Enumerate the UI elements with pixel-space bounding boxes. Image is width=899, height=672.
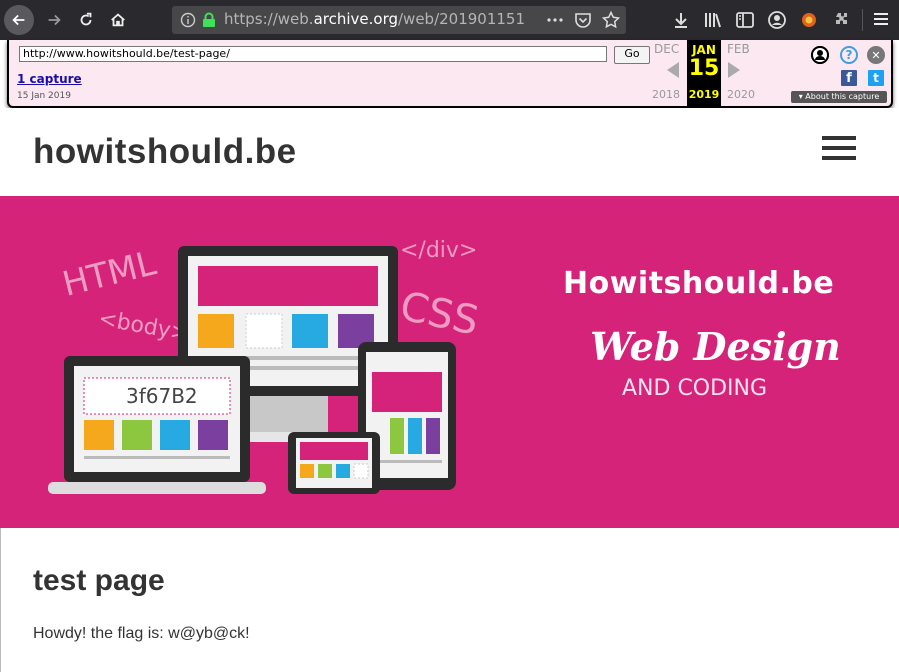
next-month[interactable]: FEB bbox=[727, 42, 750, 56]
current-capture: JAN 15 2019 bbox=[687, 40, 721, 106]
lock-icon bbox=[203, 12, 215, 27]
arrow-left-icon bbox=[12, 14, 25, 26]
wayback-toolbar: http://www.howitshould.be/test-page/ Go … bbox=[7, 40, 893, 108]
current-year: 2019 bbox=[688, 88, 720, 101]
bookmark-star-icon[interactable] bbox=[602, 11, 620, 29]
library-icon[interactable] bbox=[702, 9, 724, 31]
current-month: JAN bbox=[692, 43, 716, 57]
site-title[interactable]: howitshould.be bbox=[33, 132, 297, 172]
info-icon[interactable] bbox=[180, 12, 196, 28]
browser-toolbar: https://web.archive.org/web/201901151030… bbox=[0, 0, 899, 40]
prev-year[interactable]: 2018 bbox=[652, 88, 680, 101]
reload-button[interactable] bbox=[72, 6, 100, 34]
forward-button[interactable] bbox=[40, 6, 68, 34]
back-button[interactable] bbox=[4, 5, 34, 35]
sidebar-icon[interactable] bbox=[734, 9, 756, 31]
current-day: 15 bbox=[688, 56, 720, 81]
hero-headline: Web Design bbox=[590, 324, 841, 369]
hamburger-menu-icon bbox=[874, 13, 888, 25]
prev-month[interactable]: DEC bbox=[654, 42, 679, 56]
home-button[interactable] bbox=[104, 6, 132, 34]
puzzle-icon[interactable] bbox=[830, 9, 852, 31]
close-icon[interactable]: ✕ bbox=[867, 46, 885, 64]
site-header: howitshould.be bbox=[0, 108, 899, 196]
account-icon[interactable] bbox=[766, 9, 788, 31]
reload-icon bbox=[80, 12, 92, 26]
downloads-icon[interactable] bbox=[670, 9, 692, 31]
page-actions-icon[interactable] bbox=[546, 11, 564, 29]
next-year[interactable]: 2020 bbox=[727, 88, 755, 101]
devices-illustration bbox=[48, 246, 456, 494]
arrow-right-icon bbox=[48, 14, 61, 26]
wayback-url-input[interactable]: http://www.howitshould.be/test-page/ bbox=[19, 46, 607, 62]
user-icon[interactable] bbox=[811, 46, 829, 64]
about-capture-label: About this capture bbox=[805, 92, 880, 101]
color-code-label: 3f67B2 bbox=[126, 384, 198, 408]
hero-brand: Howitshould.be bbox=[563, 266, 835, 301]
menu-button[interactable] bbox=[862, 9, 893, 31]
url-path: /web/2019011510304 bbox=[398, 10, 524, 28]
prev-capture-arrow-icon[interactable] bbox=[667, 62, 679, 78]
url-text[interactable]: https://web.archive.org/web/201901151030… bbox=[224, 10, 524, 28]
twitter-icon[interactable]: t bbox=[868, 70, 884, 86]
address-bar[interactable]: https://web.archive.org/web/201901151030… bbox=[172, 6, 626, 34]
extension-icon[interactable] bbox=[798, 9, 820, 31]
page-paragraph: Howdy! the flag is: w@yb@ck! bbox=[33, 625, 250, 642]
pocket-icon[interactable] bbox=[574, 11, 592, 29]
about-capture-button[interactable]: ▾ About this capture bbox=[791, 91, 887, 103]
help-icon[interactable]: ? bbox=[840, 46, 858, 64]
hero-subline: AND CODING bbox=[622, 376, 768, 401]
page-heading: test page bbox=[33, 564, 165, 597]
capture-date: 15 Jan 2019 bbox=[17, 91, 71, 101]
go-button[interactable]: Go bbox=[614, 46, 650, 64]
facebook-icon[interactable]: f bbox=[841, 70, 857, 86]
home-icon bbox=[111, 13, 125, 27]
next-capture-arrow-icon[interactable] bbox=[728, 62, 740, 78]
url-domain: archive.org bbox=[313, 10, 398, 28]
site-menu-icon[interactable] bbox=[822, 136, 856, 162]
url-prefix: https://web. bbox=[224, 10, 314, 28]
captures-link[interactable]: 1 capture bbox=[17, 72, 82, 86]
hero-banner: HTML </div> <body> CSS 3f67B2 Howitshoul… bbox=[0, 196, 899, 528]
